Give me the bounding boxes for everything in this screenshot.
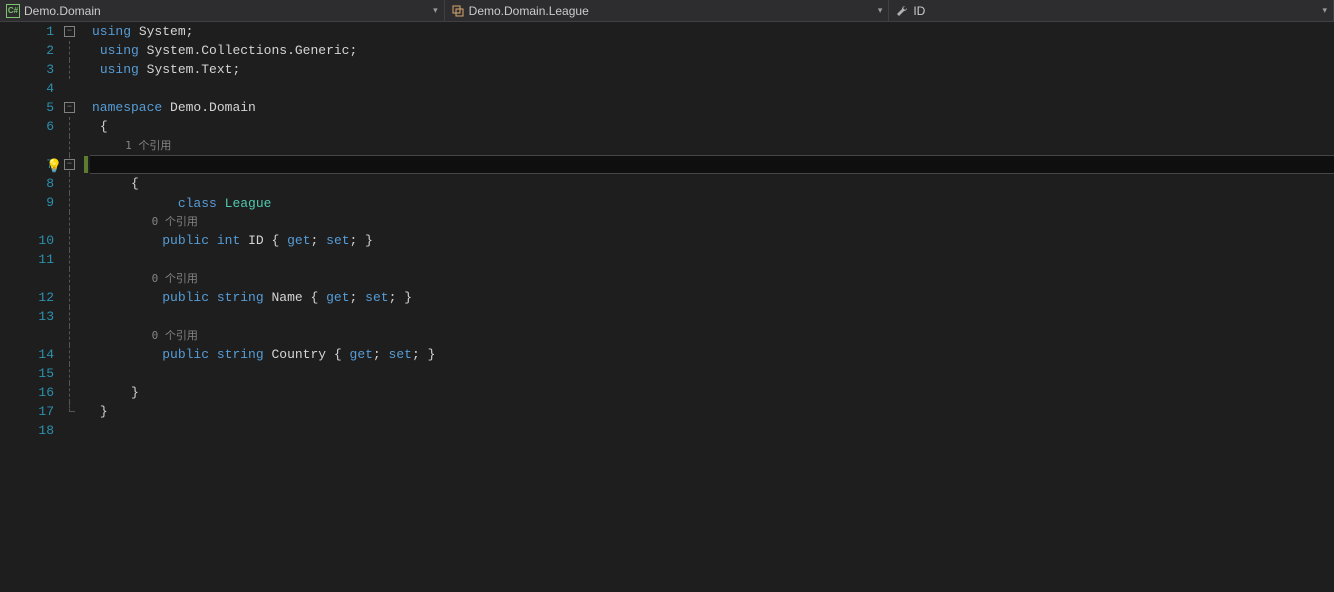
chevron-down-icon: ▾ (872, 5, 882, 16)
line-number: 3 (18, 60, 54, 79)
code-line[interactable] (92, 364, 1334, 383)
code-line[interactable]: } (92, 383, 1334, 402)
line-number: 11 (18, 250, 54, 269)
csharp-icon: C# (6, 4, 20, 18)
line-number: 16 (18, 383, 54, 402)
code-line[interactable] (92, 307, 1334, 326)
fold-toggle[interactable]: − (64, 159, 75, 170)
line-number: 13 (18, 307, 54, 326)
codelens[interactable]: 1 个引用 (92, 136, 1334, 155)
code-line[interactable]: { (92, 117, 1334, 136)
code-line[interactable]: using System; (92, 22, 1334, 41)
line-number (18, 269, 54, 288)
code-line[interactable]: namespace Demo.Domain (92, 98, 1334, 117)
line-number (18, 136, 54, 155)
class-label: Demo.Domain.League (469, 4, 873, 18)
line-number-gutter: 1 2 3 4 5 6 7 8 9 10 11 12 13 14 15 16 1… (18, 22, 64, 592)
codelens[interactable]: 0 个引用 (92, 269, 1334, 288)
code-line[interactable]: } (92, 402, 1334, 421)
class-icon (451, 4, 465, 18)
line-number: 12 (18, 288, 54, 307)
line-number: 8 (18, 174, 54, 193)
change-marker (84, 156, 88, 173)
line-number: 5 (18, 98, 54, 117)
line-number: 15 (18, 364, 54, 383)
chevron-down-icon: ▾ (1317, 5, 1327, 16)
line-number: 4 (18, 79, 54, 98)
breadcrumb-bar: C# Demo.Domain ▾ Demo.Domain.League ▾ ID… (0, 0, 1334, 22)
code-line[interactable] (92, 79, 1334, 98)
fold-toggle[interactable]: − (64, 102, 75, 113)
fold-toggle[interactable]: − (64, 26, 75, 37)
line-number (18, 326, 54, 345)
line-number: 2 (18, 41, 54, 60)
line-number: 18 (18, 421, 54, 440)
code-line[interactable] (92, 250, 1334, 269)
code-line[interactable] (92, 421, 1334, 440)
line-number: 10 (18, 231, 54, 250)
line-number: 9 (18, 193, 54, 212)
code-line[interactable] (92, 193, 1334, 212)
wrench-icon (895, 4, 909, 18)
code-line[interactable]: { (92, 174, 1334, 193)
code-line[interactable]: public string Name { get; set; } (92, 288, 1334, 307)
code-line[interactable]: using System.Collections.Generic; (92, 41, 1334, 60)
code-line-current[interactable]: 💡 class League (90, 155, 1334, 174)
code-line[interactable]: public int ID { get; set; } (92, 231, 1334, 250)
code-area[interactable]: using System; using System.Collections.G… (92, 22, 1334, 592)
lightbulb-icon[interactable]: 💡 (46, 157, 62, 176)
editor-margin (0, 22, 18, 592)
code-line[interactable]: using System.Text; (92, 60, 1334, 79)
member-dropdown[interactable]: ID ▾ (889, 0, 1334, 21)
line-number (18, 212, 54, 231)
chevron-down-icon: ▾ (428, 5, 438, 16)
project-label: Demo.Domain (24, 4, 428, 18)
code-editor[interactable]: 1 2 3 4 5 6 7 8 9 10 11 12 13 14 15 16 1… (0, 22, 1334, 592)
project-dropdown[interactable]: C# Demo.Domain ▾ (0, 0, 445, 21)
codelens[interactable]: 0 个引用 (92, 326, 1334, 345)
code-line[interactable]: public string Country { get; set; } (92, 345, 1334, 364)
line-number: 6 (18, 117, 54, 136)
line-number: 17 (18, 402, 54, 421)
codelens[interactable]: 0 个引用 (92, 212, 1334, 231)
line-number: 14 (18, 345, 54, 364)
fold-column: − − − (64, 22, 92, 592)
class-dropdown[interactable]: Demo.Domain.League ▾ (445, 0, 890, 21)
member-label: ID (913, 4, 1317, 18)
line-number: 1 (18, 22, 54, 41)
